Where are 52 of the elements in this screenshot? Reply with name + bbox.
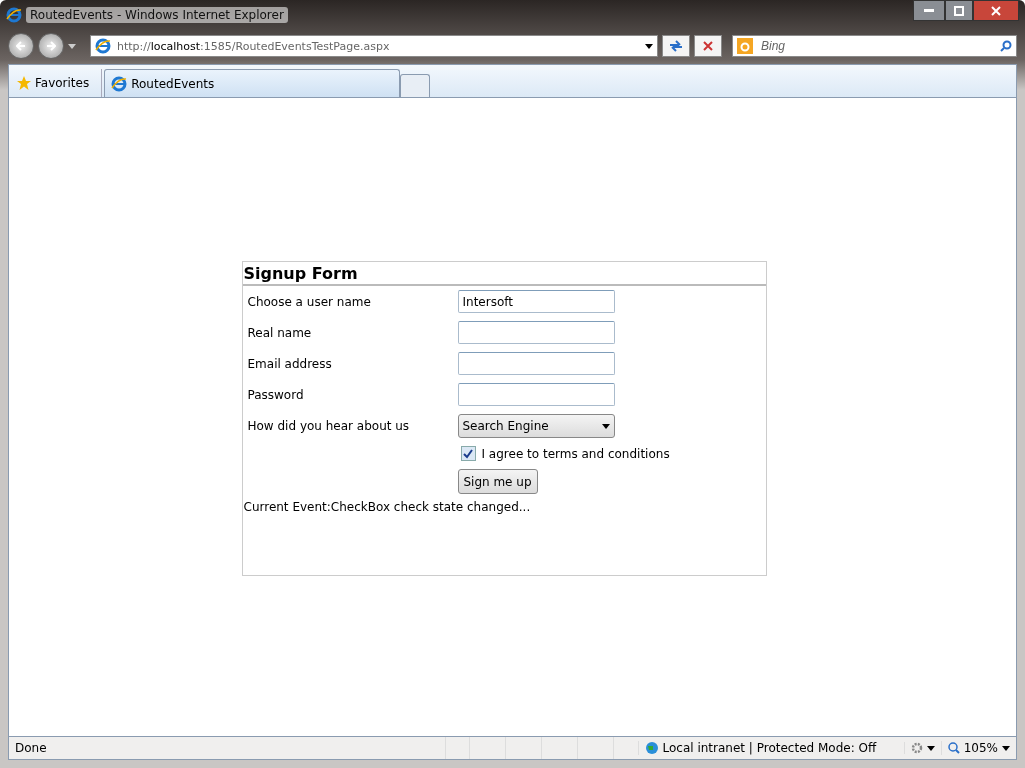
field-label: Email address xyxy=(247,356,333,371)
security-zone[interactable]: Local intranet | Protected Mode: Off xyxy=(637,741,904,755)
status-text: Done xyxy=(14,741,48,755)
dropdown[interactable]: Search Engine xyxy=(457,414,615,438)
browser-tab[interactable]: RoutedEvents xyxy=(104,69,401,97)
checkbox-label: I agree to terms and conditions xyxy=(481,446,670,461)
close-icon xyxy=(991,5,1001,16)
browser-logo-icon xyxy=(111,75,128,92)
close-icon xyxy=(703,41,713,51)
field-label: Real name xyxy=(247,325,313,340)
zoom-control[interactable]: 105% xyxy=(940,741,1016,755)
minimize-button[interactable] xyxy=(913,0,945,21)
check-icon xyxy=(463,448,473,459)
gear-icon xyxy=(910,742,923,754)
search-field[interactable]: Bing xyxy=(759,38,994,54)
caret-icon xyxy=(1002,745,1010,751)
arrow-left-icon xyxy=(16,41,26,51)
window-title: RoutedEvents - Windows Internet Explorer xyxy=(26,7,288,23)
input-field[interactable]: Intersoft xyxy=(457,290,615,313)
globe-icon xyxy=(644,741,659,755)
search-icon[interactable] xyxy=(1000,40,1012,52)
field-label: How did you hear about us xyxy=(247,419,411,433)
input-field[interactable] xyxy=(457,321,615,344)
maximize-button[interactable] xyxy=(945,0,973,21)
arrow-right-icon xyxy=(46,41,56,51)
history-dropdown-icon xyxy=(68,43,76,49)
browser-logo-icon xyxy=(6,7,22,23)
star-icon xyxy=(17,76,31,90)
back-button[interactable] xyxy=(8,33,34,59)
form-title: Signup Form xyxy=(242,262,766,286)
search-engine-logo-icon xyxy=(737,38,753,54)
caret-icon xyxy=(601,423,610,429)
checkbox[interactable] xyxy=(460,446,476,461)
forward-button[interactable] xyxy=(38,33,64,59)
stop-button[interactable] xyxy=(694,35,722,57)
maximize-icon xyxy=(954,5,964,16)
browser-logo-icon xyxy=(95,38,111,54)
field-label: Password xyxy=(247,387,305,402)
refresh-button[interactable] xyxy=(662,35,690,57)
event-status-text: Current Event:CheckBox check state changed... xyxy=(242,499,532,516)
minimize-icon xyxy=(924,8,934,13)
magnifier-icon xyxy=(947,742,960,754)
address-bar[interactable]: http://localhost:1585/RoutedEventsTestPage.aspx xyxy=(90,35,658,57)
submit-button[interactable]: Sign me up xyxy=(457,469,538,494)
field-label: Choose a user name xyxy=(247,294,372,309)
caret-icon xyxy=(645,43,653,49)
caret-icon xyxy=(926,745,935,751)
close-button[interactable] xyxy=(973,0,1019,21)
input-field[interactable] xyxy=(457,352,615,375)
input-field[interactable] xyxy=(457,383,615,406)
refresh-arrows-icon xyxy=(669,40,683,52)
search-box[interactable]: Bing xyxy=(732,35,1017,57)
